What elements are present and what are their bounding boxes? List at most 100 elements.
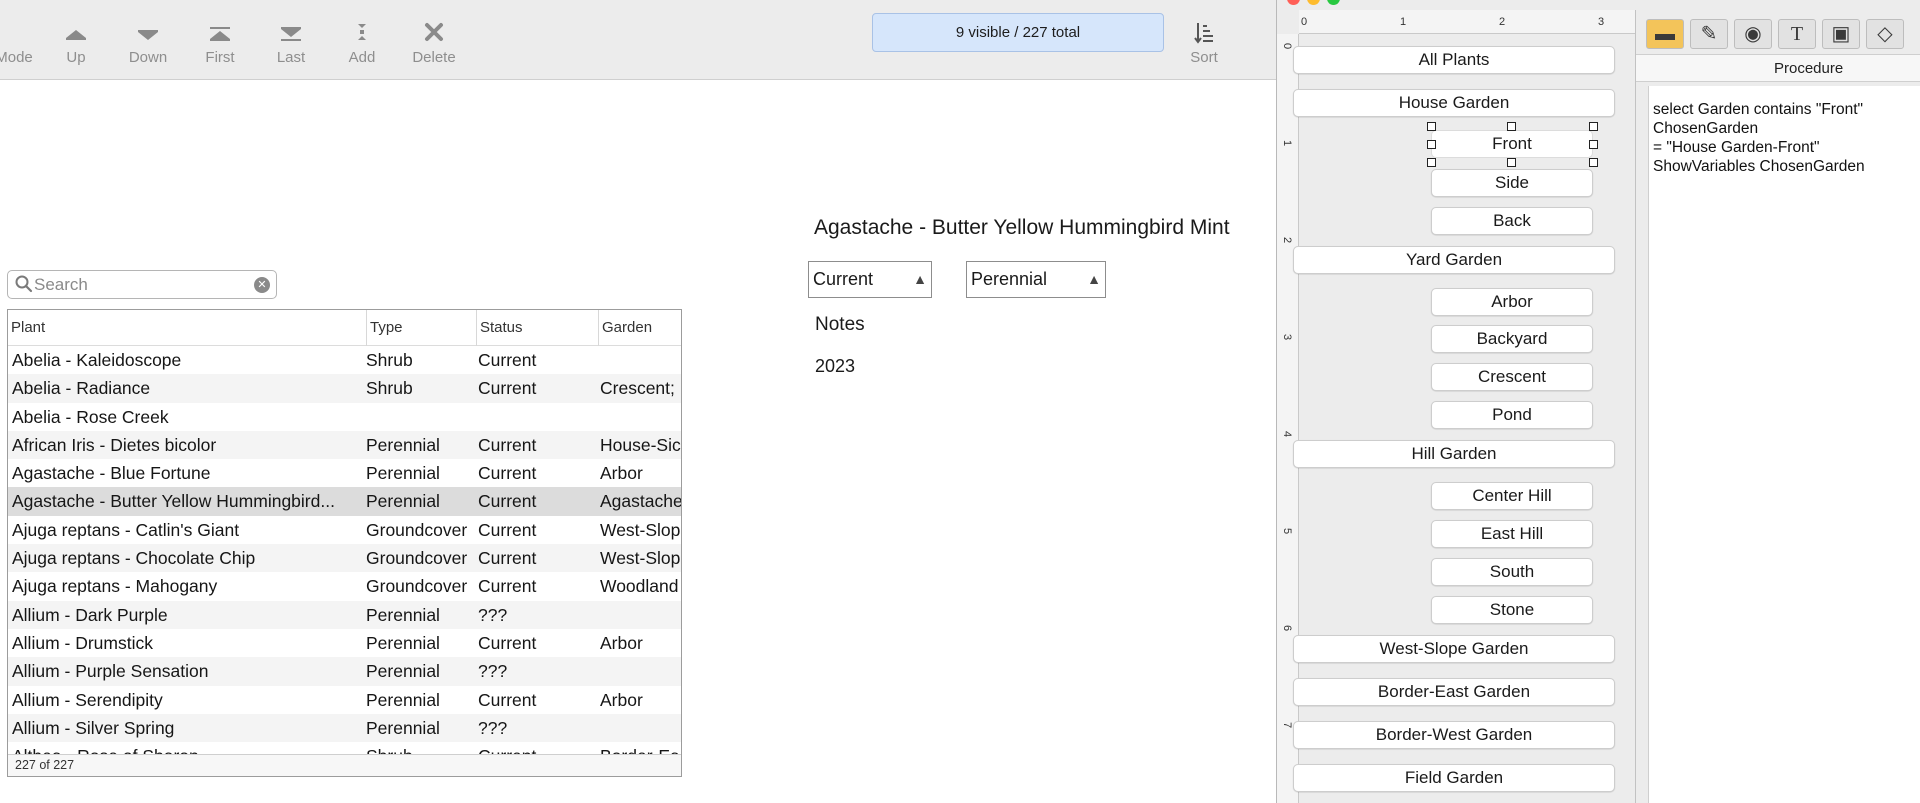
image-icon[interactable]: ▣ (1822, 19, 1860, 49)
diamond-icon[interactable]: ◇ (1866, 19, 1904, 49)
plant-cell: Ajuga reptans - Catlin's Giant (12, 519, 240, 540)
crescent-button[interactable]: Crescent (1431, 363, 1593, 391)
column-header-type[interactable]: Type (366, 310, 476, 346)
table-row[interactable]: Abelia - Rose Creek (8, 403, 681, 431)
table-row[interactable]: Ajuga reptans - Chocolate Chip Groundcove… (8, 544, 681, 573)
clear-search-icon[interactable]: ✕ (254, 277, 270, 293)
garden-cell (600, 714, 681, 742)
center-hill-button[interactable]: Center Hill (1431, 482, 1593, 510)
column-header-plant[interactable]: Plant (8, 310, 366, 346)
garden-cell: Woodland (600, 576, 679, 597)
sort-button[interactable]: Sort (1174, 18, 1234, 76)
mode-icon: ​ (0, 18, 44, 48)
border-west-garden-button[interactable]: Border-West Garden (1293, 721, 1615, 749)
status-cell (478, 403, 596, 431)
add-button[interactable]: Add (332, 18, 392, 76)
selection-handle[interactable] (1507, 122, 1516, 131)
pencil-icon[interactable]: ✎ (1690, 19, 1728, 49)
status-cell: Current (478, 350, 537, 370)
selection-handle[interactable] (1507, 158, 1516, 167)
ruler-mark: 0 (1301, 16, 1308, 28)
table-row[interactable]: Allium - Purple Sensation Perennial??? (8, 657, 681, 686)
text-icon[interactable]: T (1778, 19, 1816, 49)
table-row[interactable]: Ajuga reptans - Mahogany Groundcover Curre… (8, 572, 681, 600)
status-cell: Current (478, 434, 537, 455)
pond-button[interactable]: Pond (1431, 401, 1593, 429)
house-garden-button[interactable]: House Garden (1293, 89, 1615, 117)
procedure-tab[interactable]: Procedure (1636, 54, 1920, 82)
status-cell: ??? (478, 661, 508, 682)
search-input[interactable] (34, 273, 254, 296)
all-plants-button[interactable]: All Plants (1293, 46, 1615, 74)
side-button[interactable]: Side (1431, 169, 1593, 197)
ruler-mark: 3 (1281, 333, 1294, 341)
selection-handle[interactable] (1427, 158, 1436, 167)
type-cell (366, 403, 474, 431)
procedure-line: ChosenGarden (1653, 120, 1759, 137)
garden-cell (600, 403, 681, 431)
notes-value[interactable]: 2023 (815, 356, 855, 377)
plant-cell: Abelia - Kaleidoscope (12, 350, 182, 370)
type-popup[interactable]: Perennial ▲ (966, 261, 1106, 298)
mode-button[interactable]: ​ Mode (0, 18, 44, 76)
east-hill-button[interactable]: East Hill (1431, 520, 1593, 548)
border-east-garden-button[interactable]: Border-East Garden (1293, 678, 1615, 706)
search-field[interactable]: ✕ (7, 270, 277, 299)
arbor-button[interactable]: Arbor (1431, 288, 1593, 316)
status-popup[interactable]: Current ▲ (808, 261, 932, 298)
west-slope-garden-button[interactable]: West-Slope Garden (1293, 635, 1615, 663)
status-popup-value: Current (813, 269, 874, 289)
yard-garden-button[interactable]: Yard Garden (1293, 246, 1615, 274)
garden-cell: House-Sic (600, 434, 681, 455)
stone-button[interactable]: Stone (1431, 596, 1593, 624)
status-cell: Current (478, 491, 537, 512)
ruler-mark: 1 (1400, 16, 1407, 28)
back-button[interactable]: Back (1431, 207, 1593, 235)
table-row[interactable]: Allium - Drumstick Perennial Current Arbor (8, 629, 681, 657)
minimize-window-button[interactable] (1307, 0, 1320, 5)
table-row[interactable]: Allium - Silver Spring Perennial??? (8, 713, 681, 743)
procedure-line: = "House Garden-Front" (1653, 139, 1820, 156)
hill-garden-button[interactable]: Hill Garden (1293, 440, 1615, 468)
selection-handle[interactable] (1589, 122, 1598, 131)
type-cell: Perennial (366, 463, 440, 484)
table-row[interactable]: Abelia - Radiance Shrub Current Crescent; (8, 374, 681, 403)
zoom-window-button[interactable] (1327, 0, 1340, 5)
selection-handle[interactable] (1589, 158, 1598, 167)
plant-table[interactable]: Plant Type Status Garden Abelia - Kaleid… (7, 309, 682, 777)
field-garden-button[interactable]: Field Garden (1293, 764, 1615, 792)
table-body: Abelia - Kaleidoscope Shrub Current Abelia … (8, 346, 681, 756)
selection-handle[interactable] (1427, 140, 1436, 149)
button-tool-icon[interactable]: ▬ (1646, 19, 1684, 49)
table-row[interactable]: African Iris - Dietes bicolor Perennial Cu… (8, 430, 681, 460)
selection-handle[interactable] (1589, 140, 1598, 149)
first-button[interactable]: First (190, 18, 250, 76)
table-row[interactable]: Allium - Dark Purple Perennial??? (8, 600, 681, 629)
front-button[interactable]: Front (1431, 130, 1593, 158)
selection-handle[interactable] (1427, 122, 1436, 131)
last-button[interactable]: Last (261, 18, 321, 76)
table-row[interactable]: Abelia - Kaleidoscope Shrub Current (8, 346, 681, 374)
column-header-status[interactable]: Status (476, 310, 598, 346)
table-row[interactable]: Allium - Serendipity Perennial Current Arbo… (8, 686, 681, 714)
up-button[interactable]: Up (46, 18, 106, 76)
procedure-editor[interactable]: select Garden contains "Front" ChosenGard… (1648, 86, 1920, 803)
plant-cell: Allium - Silver Spring (12, 717, 175, 738)
table-row[interactable]: Ajuga reptans - Catlin's Giant Groundcove… (8, 516, 681, 544)
up-icon (46, 18, 106, 48)
delete-button[interactable]: Delete (404, 18, 464, 76)
table-header: Plant Type Status Garden (8, 310, 681, 346)
form-canvas[interactable]: All Plants House Garden Front Side Back … (1293, 34, 1635, 803)
table-row[interactable]: Agastache - Blue Fortune Perennial Current… (8, 459, 681, 487)
south-button[interactable]: South (1431, 558, 1593, 586)
close-window-button[interactable] (1287, 0, 1300, 5)
down-button[interactable]: Down (118, 18, 178, 76)
delete-icon (404, 18, 464, 48)
table-row[interactable]: Agastache - Butter Yellow Hummingbird...… (8, 487, 681, 516)
garden-cell: West-Slop (600, 548, 681, 569)
backyard-button[interactable]: Backyard (1431, 325, 1593, 353)
shapes-icon[interactable]: ◉ (1734, 19, 1772, 49)
column-header-garden[interactable]: Garden (598, 310, 681, 346)
status-cell: Current (478, 519, 537, 540)
add-icon (332, 18, 392, 48)
